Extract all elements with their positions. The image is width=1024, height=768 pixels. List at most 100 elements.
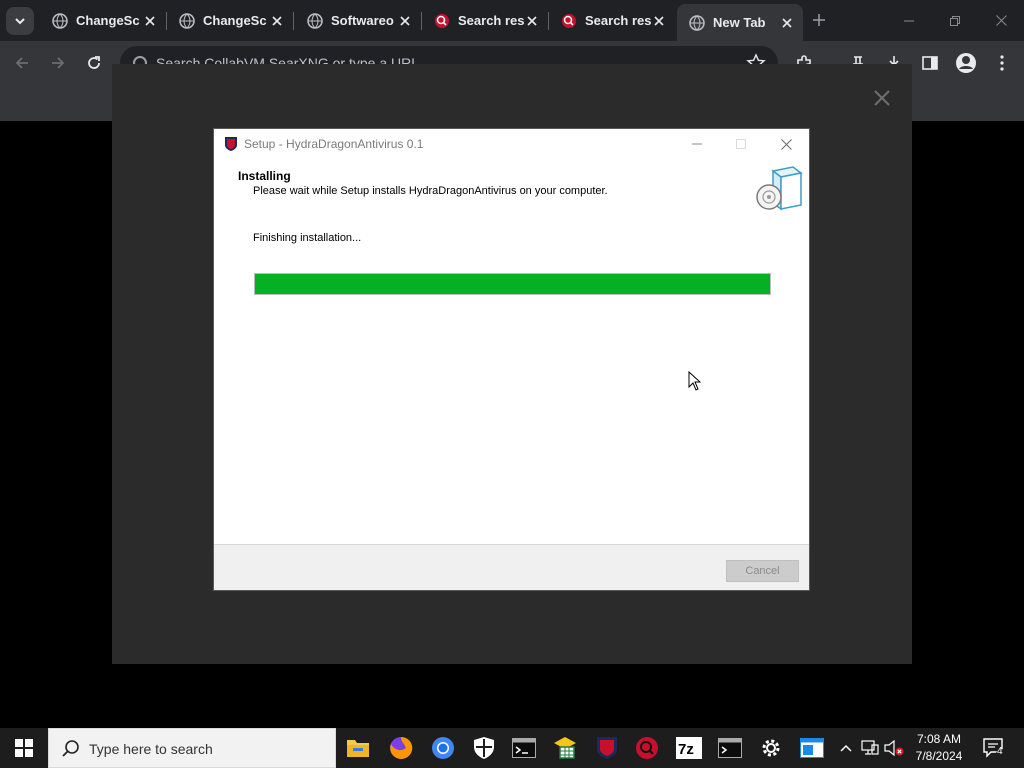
install-box-icon xyxy=(756,166,803,211)
tab-close-button[interactable] xyxy=(142,13,158,29)
notification-center-button[interactable]: 4 xyxy=(982,736,1006,760)
clock-date: 7/8/2024 xyxy=(915,749,963,763)
setup-minimize-button[interactable] xyxy=(675,129,719,159)
tab-title: Search res xyxy=(585,13,651,28)
tab-title: Search res xyxy=(458,13,524,28)
restore-button[interactable] xyxy=(932,0,978,41)
close-icon xyxy=(782,17,792,28)
setup-window: Setup - HydraDragonAntivirus 0.1 Install… xyxy=(213,128,810,591)
windows-security-icon[interactable] xyxy=(470,734,498,762)
blue-window-icon[interactable] xyxy=(798,734,826,762)
chevron-up-icon xyxy=(840,744,852,752)
globe-icon xyxy=(179,12,195,29)
windows-logo-icon xyxy=(15,739,33,757)
install-progress-fill xyxy=(255,274,770,294)
reload-button[interactable] xyxy=(80,49,108,77)
setup-window-title: Setup - HydraDragonAntivirus 0.1 xyxy=(244,137,424,151)
kebab-menu-icon xyxy=(1000,55,1004,71)
globe-icon xyxy=(307,12,323,29)
svg-text:7z: 7z xyxy=(678,741,694,758)
minimize-icon xyxy=(904,20,914,21)
tab-1[interactable]: ChangeSc xyxy=(40,4,166,37)
cmd-icon[interactable] xyxy=(716,734,744,762)
chrome-tab-strip: ChangeSc ChangeSc Softwareo Search res S… xyxy=(0,0,1024,41)
close-icon xyxy=(145,15,155,26)
spreadsheet-icon[interactable] xyxy=(551,734,579,762)
tab-title: ChangeSc xyxy=(76,13,140,28)
tab-title: New Tab xyxy=(713,15,766,30)
settings-icon[interactable] xyxy=(757,734,785,762)
windows-taskbar: Type here to search 7z 7:08 AM 7/8/2024 … xyxy=(0,728,1024,768)
tab-title: Softwareo xyxy=(331,13,394,28)
install-progress-bar xyxy=(254,273,771,295)
setup-title-bar: Setup - HydraDragonAntivirus 0.1 xyxy=(214,129,809,159)
tab-5[interactable]: Search res xyxy=(549,4,675,37)
screen: ChangeSc ChangeSc Softwareo Search res S… xyxy=(0,0,1024,768)
forward-button[interactable] xyxy=(44,49,72,77)
start-button[interactable] xyxy=(0,728,48,768)
close-icon xyxy=(654,15,664,26)
hydradragon-icon[interactable] xyxy=(593,734,621,762)
tab-4[interactable]: Search res xyxy=(422,4,548,37)
7zip-icon[interactable]: 7z xyxy=(675,734,703,762)
taskbar-search-placeholder: Type here to search xyxy=(89,741,213,757)
window-close-button[interactable] xyxy=(978,0,1024,41)
clock-time: 7:08 AM xyxy=(916,732,962,746)
minimize-icon xyxy=(692,143,702,145)
tab-separator xyxy=(293,12,294,30)
arrow-left-icon xyxy=(15,57,28,69)
close-icon xyxy=(874,90,890,106)
search-icon xyxy=(62,740,79,757)
close-icon xyxy=(995,15,1007,26)
new-tab-button[interactable] xyxy=(808,9,830,31)
setup-close-button[interactable] xyxy=(764,129,808,159)
tab-close-button[interactable] xyxy=(269,13,285,29)
page-heading: Installing xyxy=(238,169,291,183)
show-hidden-icons-button[interactable] xyxy=(836,738,856,758)
chrome-menu-button[interactable] xyxy=(988,49,1016,77)
reload-icon xyxy=(88,56,100,69)
file-explorer-icon[interactable] xyxy=(344,734,372,762)
side-panel-button[interactable] xyxy=(916,49,944,77)
close-icon xyxy=(780,138,792,150)
tab-2[interactable]: ChangeSc xyxy=(167,4,293,37)
overlay-close-button[interactable] xyxy=(870,86,894,110)
back-button[interactable] xyxy=(8,49,36,77)
chrome-icon[interactable] xyxy=(429,734,457,762)
close-icon xyxy=(272,15,282,26)
restore-icon xyxy=(950,15,960,26)
tab-title: ChangeSc xyxy=(203,13,267,28)
tab-search-button[interactable] xyxy=(6,7,34,35)
cancel-button[interactable]: Cancel xyxy=(726,560,799,582)
hydradragon-shield-icon xyxy=(225,137,237,151)
setup-maximize-button[interactable] xyxy=(719,129,763,159)
globe-icon xyxy=(689,14,705,31)
minimize-button[interactable] xyxy=(886,0,932,41)
tab-close-button[interactable] xyxy=(779,15,795,31)
searxng-icon xyxy=(562,13,576,28)
plus-icon xyxy=(813,14,825,26)
network-icon[interactable] xyxy=(860,738,880,758)
close-icon xyxy=(400,15,410,26)
searxng-icon xyxy=(435,13,449,28)
maximize-icon xyxy=(736,139,746,149)
red-app-icon[interactable] xyxy=(633,734,661,762)
avatar-icon xyxy=(956,53,976,73)
close-icon xyxy=(527,15,537,26)
profile-button[interactable] xyxy=(952,49,980,77)
tab-6-active[interactable]: New Tab xyxy=(677,4,803,41)
tab-close-button[interactable] xyxy=(651,13,667,29)
taskbar-search-box[interactable]: Type here to search xyxy=(48,728,336,768)
tab-close-button[interactable] xyxy=(397,13,413,29)
mouse-cursor-icon xyxy=(688,371,702,391)
side-panel-icon xyxy=(922,56,938,70)
tab-close-button[interactable] xyxy=(524,13,540,29)
globe-icon xyxy=(52,12,68,29)
terminal-icon[interactable] xyxy=(510,734,538,762)
tab-3[interactable]: Softwareo xyxy=(295,4,421,37)
firefox-icon[interactable] xyxy=(387,734,415,762)
chevron-down-icon xyxy=(15,18,25,25)
taskbar-clock[interactable]: 7:08 AM 7/8/2024 xyxy=(908,731,970,765)
page-description: Please wait while Setup installs HydraDr… xyxy=(253,185,608,197)
volume-muted-icon[interactable] xyxy=(884,738,904,758)
